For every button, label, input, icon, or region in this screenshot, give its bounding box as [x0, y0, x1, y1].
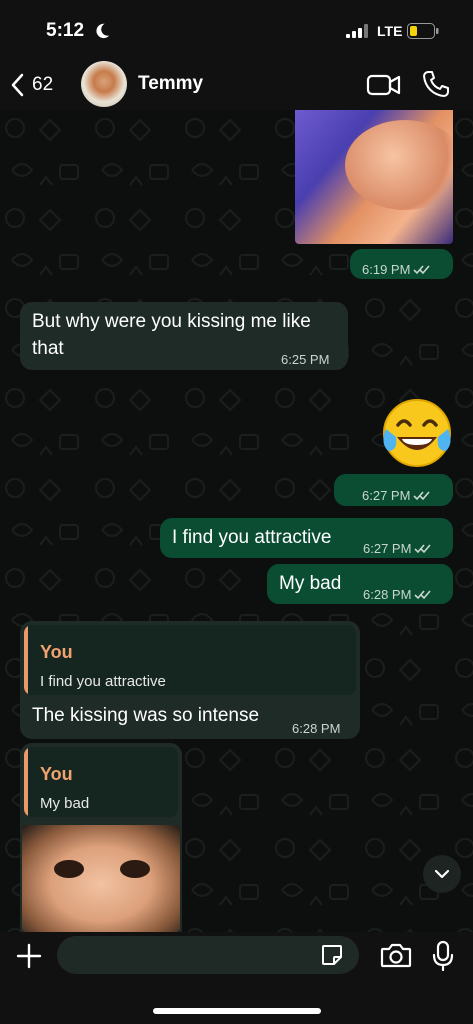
message-text-line2: that — [32, 338, 64, 359]
contact-name[interactable]: Temmy — [138, 73, 203, 95]
video-call-icon[interactable] — [366, 70, 402, 100]
reply-quote[interactable]: You I find you attractive — [24, 625, 356, 695]
avatar[interactable] — [81, 61, 127, 107]
reply-quote[interactable]: You My bad — [24, 747, 178, 817]
photo-message: 6:19 PM — [350, 249, 453, 279]
chevron-down-icon — [434, 869, 450, 879]
scroll-to-bottom-button[interactable] — [423, 855, 461, 893]
network-label: LTE — [377, 23, 403, 39]
plus-icon[interactable] — [14, 941, 44, 971]
chevron-left-icon — [11, 73, 24, 97]
reply-author: You — [40, 642, 73, 662]
emoji-message-meta: 6:27 PM — [334, 474, 453, 506]
back-button[interactable]: 62 — [10, 70, 72, 100]
composer-bar — [0, 932, 473, 1024]
message-bubble[interactable]: But why were you kissing me like that 6:… — [20, 302, 348, 370]
message-time: 6:27 PM — [363, 541, 412, 556]
message-text: The kissing was so intense — [32, 705, 260, 726]
face-with-tears-of-joy-icon[interactable] — [380, 397, 454, 471]
read-ticks-icon — [414, 544, 432, 554]
camera-icon[interactable] — [380, 942, 412, 968]
read-ticks-icon — [413, 265, 431, 275]
message-time: 6:28 PM — [363, 587, 412, 602]
message-bubble[interactable]: My bad 6:28 PM — [267, 564, 453, 604]
status-time: 5:12 — [46, 20, 85, 41]
chat-header: 62 Temmy — [0, 60, 473, 110]
message-time: 6:25 PM — [281, 352, 330, 367]
sticker-icon[interactable] — [320, 943, 344, 967]
message-text-line1: But why were you kissing me like — [32, 311, 311, 332]
message-bubble[interactable]: I find you attractive 6:27 PM — [160, 518, 453, 558]
message-time: 6:27 PM — [362, 488, 411, 503]
message-time: 6:19 PM — [362, 262, 411, 277]
home-indicator — [153, 1008, 321, 1014]
microphone-icon[interactable] — [431, 940, 455, 972]
phone-icon[interactable] — [421, 69, 451, 99]
reply-text: My bad — [40, 795, 90, 812]
reply-author: You — [40, 764, 73, 784]
battery-icon — [407, 23, 439, 39]
message-text: I find you attractive — [172, 527, 332, 548]
message-input[interactable] — [57, 936, 359, 974]
read-ticks-icon — [413, 491, 431, 501]
received-photo[interactable] — [22, 825, 180, 932]
moon-icon — [96, 23, 110, 39]
sent-photo[interactable] — [295, 110, 453, 244]
unread-count: 62 — [32, 74, 54, 95]
reply-text: I find you attractive — [40, 673, 166, 690]
chat-area[interactable]: 6:19 PM But why were you kissing me like… — [0, 110, 473, 932]
message-time: 6:28 PM — [292, 721, 341, 736]
message-text: My bad — [279, 573, 342, 594]
status-bar: 5:12 LTE — [0, 0, 473, 60]
message-bubble[interactable]: You I find you attractive The kissing wa… — [20, 621, 360, 739]
signal-icon — [346, 24, 368, 38]
read-ticks-icon — [414, 590, 432, 600]
